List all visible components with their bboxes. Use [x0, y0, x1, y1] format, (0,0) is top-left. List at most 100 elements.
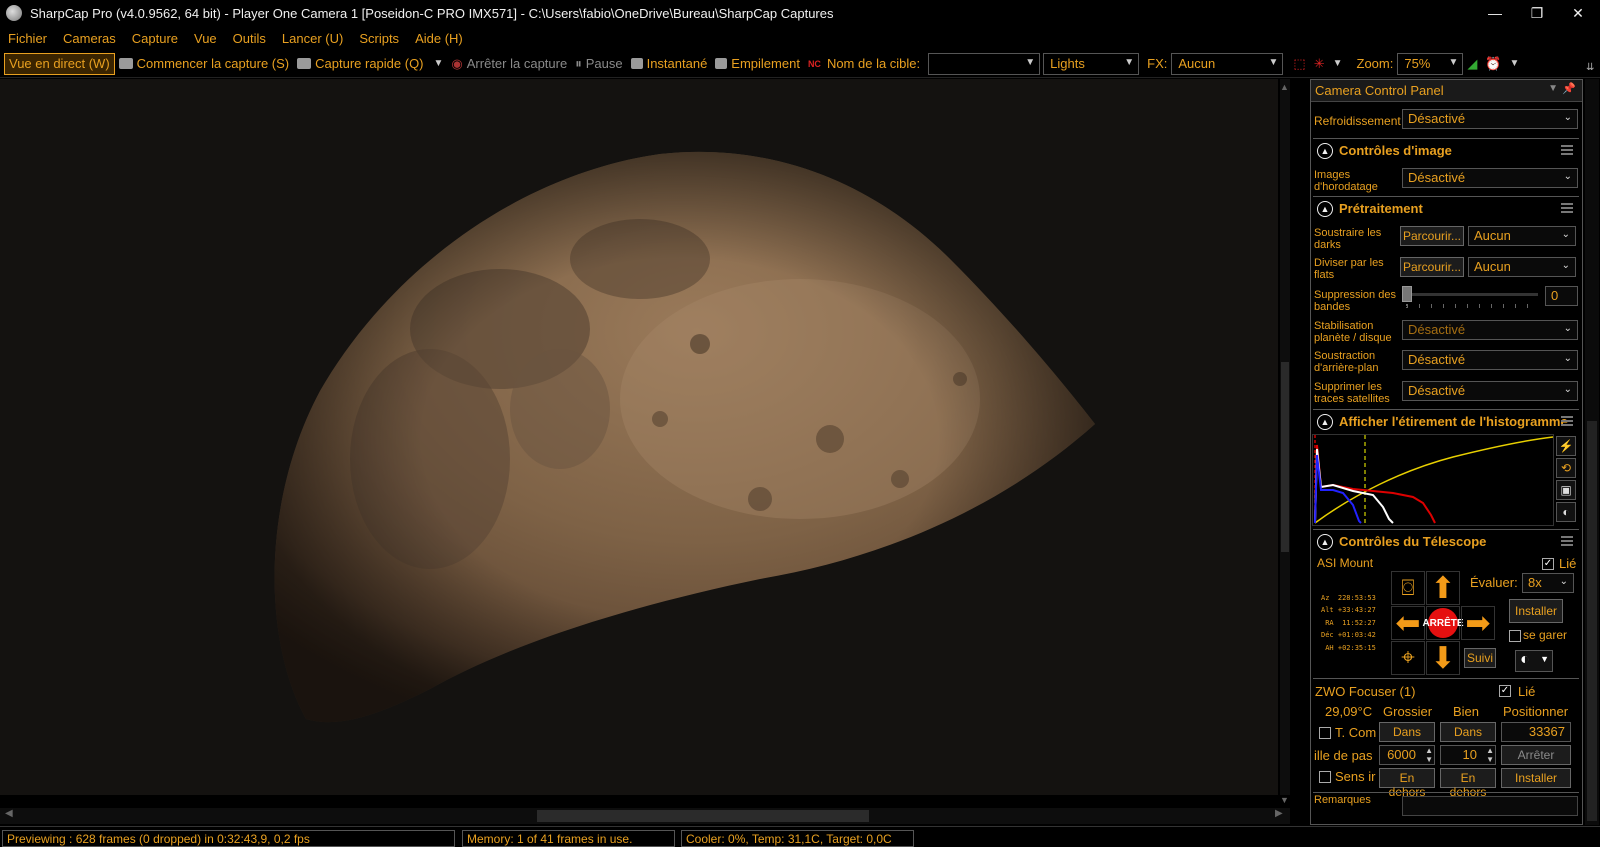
section-preprocessing[interactable]: ▲ Prétraitement: [1313, 196, 1579, 220]
histogram-icon[interactable]: ◢: [1463, 53, 1481, 75]
menu-fichier[interactable]: Fichier: [0, 31, 55, 46]
save-icon[interactable]: ▣: [1556, 480, 1576, 500]
crosshair-icon[interactable]: ✳: [1310, 53, 1329, 75]
scroll-up-icon[interactable]: ▲: [1280, 82, 1289, 92]
fine-in-button[interactable]: Dans: [1440, 722, 1496, 742]
target-crosshair-icon[interactable]: ⌖: [1391, 641, 1425, 675]
focuser-linked-checkbox[interactable]: ✓: [1499, 685, 1511, 697]
panel-scrollbar-thumb[interactable]: [1587, 421, 1597, 821]
start-capture-button[interactable]: Commencer la capture (S): [115, 53, 293, 75]
tracking-button[interactable]: Suivi: [1464, 648, 1496, 668]
fine-step-field[interactable]: 10 ▲ ▼: [1440, 745, 1496, 765]
menu-icon[interactable]: [1561, 536, 1573, 546]
pause-button[interactable]: ⏸ Pause: [571, 53, 626, 75]
menu-icon[interactable]: [1561, 416, 1573, 426]
moon-tracking-combo[interactable]: ◐ ▼: [1515, 650, 1553, 672]
viewer-vertical-scrollbar-thumb[interactable]: [1281, 362, 1289, 552]
focuser-position-field[interactable]: 33367: [1501, 722, 1571, 742]
flats-browse-button[interactable]: Parcourir...: [1400, 257, 1464, 277]
stepper-icon[interactable]: ▲ ▼: [1486, 746, 1494, 764]
snapshot-button[interactable]: Instantané: [627, 53, 712, 75]
banding-slider-track[interactable]: [1406, 293, 1538, 296]
arrow-right-button[interactable]: ➡: [1461, 606, 1495, 640]
minimize-button[interactable]: —: [1475, 0, 1515, 26]
close-button[interactable]: ✕: [1558, 0, 1598, 26]
target-name-combo[interactable]: ▼: [928, 52, 1041, 75]
coarse-out-button[interactable]: En dehors: [1379, 768, 1435, 799]
reset-icon[interactable]: ⟲: [1556, 458, 1576, 478]
coarse-in-button[interactable]: Dans: [1379, 722, 1435, 742]
scroll-left-icon[interactable]: ◀: [5, 808, 13, 819]
fine-out-button[interactable]: En dehors: [1440, 768, 1496, 799]
chevron-down-icon[interactable]: ▼: [1506, 53, 1524, 75]
coarse-step-field[interactable]: 6000 ▲ ▼: [1379, 745, 1435, 765]
banding-slider-thumb[interactable]: [1402, 286, 1412, 302]
notes-field[interactable]: [1402, 796, 1578, 816]
frame-type-combo[interactable]: Lights ▼: [1043, 52, 1140, 75]
spiral-search-icon[interactable]: ⌼: [1391, 571, 1425, 605]
background-combo[interactable]: Désactivé ⌄: [1402, 350, 1578, 370]
park-checkbox[interactable]: [1509, 630, 1521, 642]
collapse-icon[interactable]: ▲: [1317, 413, 1333, 430]
maximize-button[interactable]: ❐: [1517, 0, 1557, 26]
section-histogram[interactable]: ▲ Afficher l'étirement de l'histogramme: [1313, 409, 1579, 433]
stop-mount-button[interactable]: ARRÊTE: [1422, 606, 1464, 640]
chevron-down-icon[interactable]: ▼: [1548, 83, 1558, 94]
chevron-down-icon[interactable]: ▼: [1329, 53, 1347, 75]
toolbar-overflow-icon[interactable]: ⇊: [1586, 62, 1594, 73]
histogram-plot: [1314, 435, 1554, 525]
menu-lancer[interactable]: Lancer (U): [274, 31, 351, 46]
arrow-up-button[interactable]: ⬆: [1426, 571, 1460, 605]
darks-browse-button[interactable]: Parcourir...: [1400, 226, 1464, 246]
menu-vue[interactable]: Vue: [186, 31, 225, 46]
scroll-down-icon[interactable]: ▼: [1280, 795, 1289, 805]
stepper-icon[interactable]: ▲ ▼: [1425, 746, 1433, 764]
histogram-graph[interactable]: [1312, 434, 1554, 526]
satellite-combo[interactable]: Désactivé ⌄: [1402, 381, 1578, 401]
menu-outils[interactable]: Outils: [225, 31, 274, 46]
collapse-icon[interactable]: ▲: [1317, 200, 1333, 217]
reverse-checkbox[interactable]: [1319, 771, 1331, 783]
temp-comp-checkbox[interactable]: [1319, 727, 1331, 739]
section-telescope[interactable]: ▲ Contrôles du Télescope: [1313, 529, 1579, 553]
section-image-controls[interactable]: ▲ Contrôles d'image: [1313, 138, 1579, 162]
focuser-stop-button[interactable]: Arrêter: [1501, 745, 1571, 765]
live-view-button[interactable]: Vue en direct (W): [4, 52, 115, 75]
stabilisation-combo[interactable]: Désactivé ⌄: [1402, 320, 1578, 340]
menu-cameras[interactable]: Cameras: [55, 31, 124, 46]
timestamp-combo[interactable]: Désactivé ⌄: [1402, 168, 1578, 188]
cooling-combo[interactable]: Désactivé ⌄: [1402, 109, 1578, 129]
stack-button[interactable]: Empilement: [711, 53, 804, 75]
menu-icon[interactable]: [1561, 145, 1573, 155]
menu-scripts[interactable]: Scripts: [351, 31, 407, 46]
scroll-right-icon[interactable]: ▶: [1275, 808, 1283, 819]
darks-combo[interactable]: Aucun ⌄: [1468, 226, 1576, 246]
flats-combo[interactable]: Aucun ⌄: [1468, 257, 1576, 277]
menu-capture[interactable]: Capture: [124, 31, 186, 46]
mount-linked-checkbox[interactable]: ✓: [1542, 558, 1554, 570]
pin-icon[interactable]: 📌: [1562, 82, 1576, 95]
zoom-combo[interactable]: 75% ▼: [1397, 52, 1464, 75]
selection-icon[interactable]: ⬚: [1289, 53, 1309, 75]
collapse-icon[interactable]: ▲: [1317, 533, 1333, 550]
menu-aide[interactable]: Aide (H): [407, 31, 471, 46]
viewer-horizontal-scrollbar-thumb[interactable]: [537, 810, 869, 822]
quick-capture-button[interactable]: Capture rapide (Q) ▼: [293, 53, 447, 75]
chevron-down-icon[interactable]: ▼: [434, 58, 444, 69]
chevron-down-icon: ▼: [1448, 56, 1459, 68]
arrow-left-button[interactable]: ⬅: [1391, 606, 1425, 640]
image-viewer[interactable]: [0, 79, 1278, 795]
alarm-icon[interactable]: ⏰: [1481, 53, 1505, 75]
menu-icon[interactable]: [1561, 203, 1573, 213]
rate-combo[interactable]: 8x ⌄: [1522, 573, 1574, 593]
fx-combo[interactable]: Aucun ▼: [1171, 52, 1284, 75]
contrast-icon[interactable]: ◐: [1556, 502, 1576, 522]
mount-install-button[interactable]: Installer: [1509, 599, 1563, 623]
collapse-icon[interactable]: ▲: [1317, 142, 1333, 159]
status-bar: Previewing : 628 frames (0 dropped) in 0…: [0, 826, 1600, 847]
auto-stretch-icon[interactable]: ⚡: [1556, 436, 1576, 456]
stop-capture-button[interactable]: ◉ Arrêter la capture: [447, 53, 571, 75]
focuser-install-button[interactable]: Installer: [1501, 768, 1571, 788]
banding-value-field[interactable]: 0: [1545, 286, 1578, 306]
arrow-down-button[interactable]: ⬇: [1426, 641, 1460, 675]
